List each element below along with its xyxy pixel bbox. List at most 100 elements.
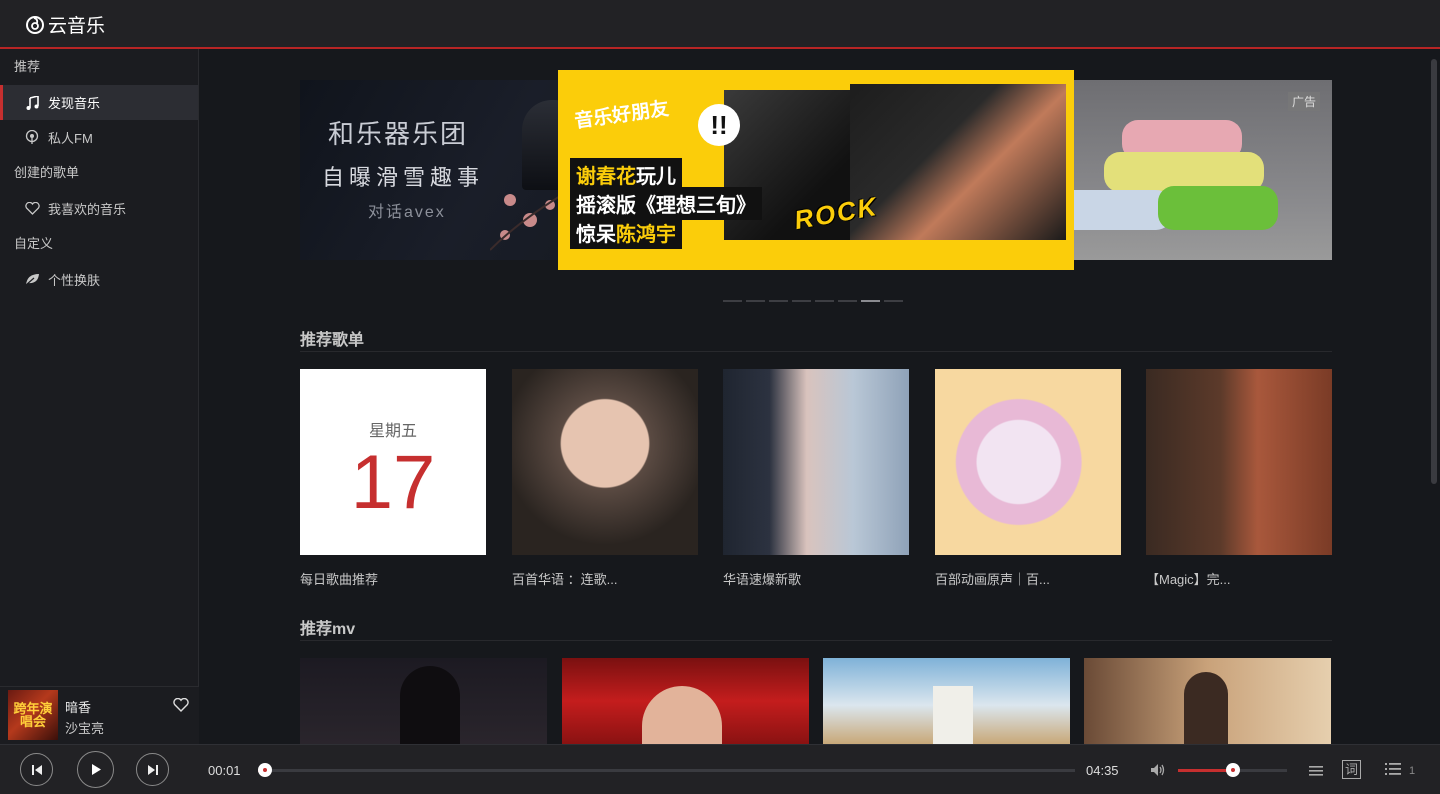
progress-bar[interactable] [258,769,1075,772]
section-divider [300,351,1332,352]
mv-thumbnail [933,686,973,744]
sidebar-item-label: 我喜欢的音乐 [48,202,127,217]
queue-list-icon[interactable] [1385,762,1401,781]
cover-text: 跨年演唱会 [13,701,53,729]
playlist-cover[interactable] [512,369,698,555]
banner-line1-highlight: 谢春花 [576,166,636,188]
scrollbar[interactable] [1431,59,1437,484]
sidebar-item-discover-music[interactable]: 发现音乐 [0,85,198,120]
banner-headline: 音乐好朋友 [573,98,671,133]
mv-card[interactable] [300,658,547,744]
playlist-cover[interactable] [935,369,1121,555]
playlist-card-daily[interactable]: 星期五 17 每日歌曲推荐 [300,369,486,588]
total-time: 04:35 [1086,763,1119,778]
current-time: 00:01 [208,763,241,778]
daily-day: 17 [350,440,436,525]
playlist-mode-icon[interactable] [1309,764,1323,782]
playlist-label[interactable]: 每日歌曲推荐 [300,569,486,588]
banner-left-line3: 对话avex [368,204,446,221]
banner-line3-rest: 惊呆 [576,224,616,246]
lyric-label: 词 [1344,762,1358,777]
now-playing-title: 暗香 [65,700,92,715]
main-content: 和乐器乐团 自曝滑雪趣事 对话avex 广告 音乐好朋友 !! 谢春花玩儿 摇滚… [200,51,1440,744]
radio-icon [24,130,40,146]
playlist-card[interactable]: 百部动画原声｜百... [935,369,1121,588]
playlist-card[interactable]: 百首华语 ：连歌... [512,369,698,588]
mv-thumbnail [400,666,460,744]
playlist-label[interactable]: 百首华语 ：连歌... [512,569,698,588]
carousel-dot[interactable] [815,300,834,302]
carousel-dot[interactable] [746,300,765,302]
music-note-icon [24,95,40,111]
leaf-icon [24,272,40,288]
carousel-dot[interactable] [884,300,903,302]
carousel-dot[interactable] [723,300,742,302]
app-logo[interactable]: 云音乐 [25,11,105,38]
play-icon [91,764,101,775]
player-bar: 00:01 04:35 词 1 [0,744,1440,794]
sidebar-item-liked-music[interactable]: 我喜欢的音乐 [0,191,198,226]
towel-decoration [1158,186,1278,230]
banner-line1-rest: 玩儿 [636,166,676,188]
now-playing-artist[interactable]: 沙宝亮 [65,718,104,737]
daily-cover[interactable]: 星期五 17 [300,369,486,555]
playlist-label[interactable]: 【Magic】完... [1146,569,1332,588]
banner-slide-right[interactable]: 广告 [1032,80,1332,260]
section-title-playlists: 推荐歌单 [300,332,365,349]
banner-slide-center[interactable]: 音乐好朋友 !! 谢春花玩儿 摇滚版《理想三旬》 惊呆陈鸿宇 ROCK [558,70,1074,270]
mv-card[interactable] [823,658,1070,744]
carousel-dot[interactable] [769,300,788,302]
carousel-dots [723,300,903,302]
sidebar-item-private-fm[interactable]: 私人FM [0,120,198,155]
carousel-dot[interactable] [792,300,811,302]
app-name: 云音乐 [48,16,106,37]
sidebar: 推荐 发现音乐 私人FM 创建的歌单 我喜欢的音乐 自定义 个性换肤 [0,49,199,744]
playlist-cover[interactable] [723,369,909,555]
section-divider [300,640,1332,641]
play-button[interactable] [77,751,114,788]
carousel-dot[interactable] [861,300,880,302]
mv-card[interactable] [1084,658,1331,744]
netease-logo-icon [26,15,44,34]
sidebar-group-title: 自定义 [14,236,54,251]
skip-back-icon [31,764,42,775]
sidebar-group-title: 推荐 [14,59,41,74]
top-bar: 云音乐 [0,0,1440,49]
mv-thumbnail [1184,672,1228,744]
queue-count: 1 [1409,765,1416,777]
banner-line3-highlight: 陈鸿宇 [616,224,676,246]
like-heart-icon[interactable] [173,697,189,717]
now-playing-cover[interactable]: 跨年演唱会 [8,690,58,740]
sidebar-group-title: 创建的歌单 [14,165,80,180]
heart-icon [24,201,40,217]
banner-slide-left[interactable]: 和乐器乐团 自曝滑雪趣事 对话avex [300,80,600,260]
carousel-dot[interactable] [838,300,857,302]
volume-icon[interactable] [1150,763,1166,782]
progress-handle[interactable] [258,763,272,777]
banner-left-line2: 自曝滑雪趣事 [322,166,485,191]
mv-thumbnail [642,686,722,744]
now-playing-panel[interactable]: 跨年演唱会 暗香 沙宝亮 [0,686,199,744]
banner-photo-singer [850,84,1066,240]
lyric-button[interactable]: 词 [1342,760,1361,779]
playlist-card[interactable]: 【Magic】完... [1146,369,1332,588]
playlist-label[interactable]: 华语速爆新歌 [723,569,909,588]
sidebar-item-label: 发现音乐 [48,96,101,111]
volume-fill [1178,769,1233,772]
playlist-label[interactable]: 百部动画原声｜百... [935,569,1121,588]
mv-card[interactable] [562,658,809,744]
sidebar-item-label: 私人FM [48,131,93,146]
banner-line3: 惊呆陈鸿宇 [570,216,682,249]
prev-button[interactable] [20,753,53,786]
section-title-mv: 推荐mv [300,621,356,638]
playlist-card[interactable]: 华语速爆新歌 [723,369,909,588]
next-button[interactable] [136,753,169,786]
playlist-cover[interactable] [1146,369,1332,555]
sidebar-item-skin[interactable]: 个性换肤 [0,262,198,297]
banner-exclaim: !! [698,104,740,146]
ad-tag: 广告 [1287,92,1320,111]
sidebar-item-label: 个性换肤 [48,273,101,288]
banner-left-line1: 和乐器乐团 [328,120,469,150]
volume-handle[interactable] [1225,763,1240,777]
daily-weekday: 星期五 [368,423,417,440]
